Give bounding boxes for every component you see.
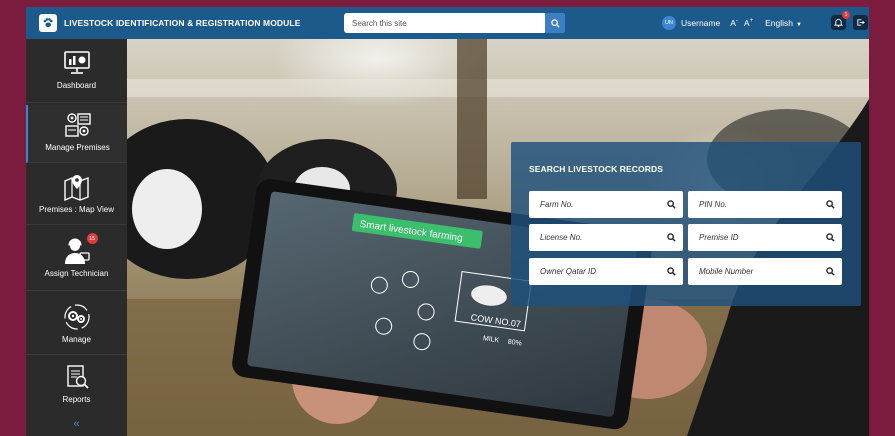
pin-no-input[interactable] <box>688 191 818 218</box>
sidebar-item-label: Dashboard <box>56 81 97 90</box>
user-area: UN Username A- A+ English ▼ <box>662 7 802 39</box>
logout-icon <box>857 19 865 26</box>
language-selector[interactable]: English ▼ <box>765 18 802 28</box>
sidebar-item-assign-technician[interactable]: 15 Assign Technician <box>26 229 127 291</box>
farm-no-field <box>529 191 683 218</box>
sidebar-item-label: Assign Technician <box>44 269 109 278</box>
license-no-input[interactable] <box>529 224 659 251</box>
panel-title: SEARCH LIVESTOCK RECORDS <box>529 164 664 174</box>
map-icon <box>62 173 92 201</box>
mobile-number-input[interactable] <box>688 258 818 285</box>
sidebar-item-reports[interactable]: Reports <box>26 357 127 413</box>
font-increase-button[interactable]: A+ <box>744 18 753 28</box>
logout-button[interactable] <box>853 15 868 30</box>
license-no-field <box>529 224 683 251</box>
reports-icon <box>62 363 92 391</box>
mobile-number-field <box>688 258 842 285</box>
owner-qatar-id-input[interactable] <box>529 258 659 285</box>
dashboard-icon <box>62 49 92 77</box>
notifications-button[interactable]: 1 <box>831 11 850 30</box>
pin-no-field <box>688 191 842 218</box>
gears-icon <box>62 303 92 331</box>
right-frame <box>869 39 895 436</box>
sidebar-item-label: Manage <box>62 335 91 344</box>
sidebar-item-dashboard[interactable]: Dashboard <box>26 49 127 103</box>
search-icon[interactable] <box>818 200 842 209</box>
premises-icon <box>63 111 93 139</box>
premise-id-field <box>688 224 842 251</box>
technician-icon: 15 <box>62 233 98 265</box>
search-button[interactable] <box>545 13 565 33</box>
collapse-sidebar-button[interactable]: « <box>26 418 127 430</box>
farm-no-input[interactable] <box>529 191 659 218</box>
search-icon[interactable] <box>818 233 842 242</box>
sidebar-item-premises-map-view[interactable]: Premises : Map View <box>26 167 127 225</box>
sidebar-item-manage[interactable]: Manage <box>26 295 127 355</box>
search-icon[interactable] <box>659 267 683 276</box>
premise-id-input[interactable] <box>688 224 818 251</box>
sidebar: Dashboard Manage Premises Premises: Map… <box>26 39 127 436</box>
site-search-input[interactable] <box>344 13 545 33</box>
font-decrease-button[interactable]: A- <box>730 18 738 28</box>
sidebar-item-label: Manage Premises <box>45 143 110 152</box>
search-icon[interactable] <box>659 233 683 242</box>
top-bar: LIVESTOCK IDENTIFICATION & REGISTRATION … <box>26 7 869 39</box>
chevron-down-icon: ▼ <box>795 22 802 28</box>
search-icon <box>550 18 560 28</box>
username[interactable]: Username <box>681 18 720 28</box>
paw-logo-icon[interactable] <box>39 14 57 32</box>
technician-count-badge: 15 <box>86 233 98 244</box>
search-icon[interactable] <box>659 200 683 209</box>
owner-qatar-id-field <box>529 258 683 285</box>
site-search <box>344 13 565 33</box>
app-title: LIVESTOCK IDENTIFICATION & REGISTRATION … <box>64 18 301 28</box>
search-livestock-panel: SEARCH LIVESTOCK RECORDS <box>511 142 861 306</box>
bell-icon <box>834 18 843 27</box>
notification-badge: 1 <box>842 11 850 19</box>
sidebar-item-label: Premises : Map View <box>39 205 114 214</box>
sidebar-item-manage-premises[interactable]: Manage Premises <box>26 105 127 163</box>
sidebar-item-label: Reports <box>62 395 91 404</box>
avatar[interactable]: UN <box>662 16 676 30</box>
search-icon[interactable] <box>818 267 842 276</box>
